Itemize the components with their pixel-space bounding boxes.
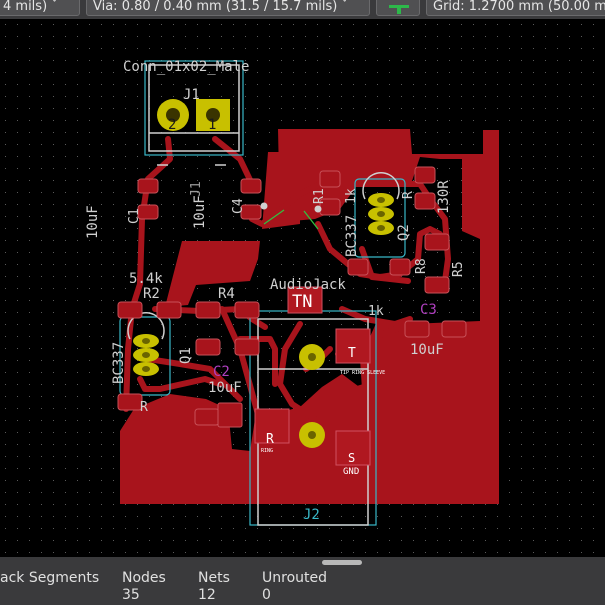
- tn-pad-label: TN: [292, 292, 312, 312]
- r1-value-label: 1k: [344, 188, 359, 204]
- pcb-board[interactable]: Conn_01x02_Male J1 2 1 C1 10uF C4 10uF J…: [0, 19, 605, 557]
- c4-ref-label: C4: [231, 198, 246, 214]
- r-left-label: R: [140, 400, 148, 415]
- c1-value-label: 10uF: [85, 205, 101, 239]
- track-width-select[interactable]: 4 mils) ˇ: [0, 0, 80, 16]
- audio-jack-label: AudioJack: [270, 277, 346, 293]
- via-size-select[interactable]: Via: 0.80 / 0.40 mm (31.5 / 15.7 mils) ˇ: [86, 0, 370, 16]
- j1-ref-label: J1: [183, 87, 200, 103]
- r130-value-label: 130R: [436, 180, 452, 214]
- j1-pin2-label: 2: [168, 117, 176, 133]
- r1b-value-label: 1k: [368, 304, 384, 319]
- layer-pair-button[interactable]: [376, 0, 420, 16]
- unrouted-stat: Unrouted 0: [262, 570, 327, 604]
- c1-ref-label: C1: [127, 208, 142, 224]
- grid-select[interactable]: Grid: 1.2700 mm (50.00 mi: [426, 0, 605, 16]
- r4-ref-label: R4: [218, 286, 235, 302]
- c4-value-label: 10uF: [192, 195, 208, 229]
- r2-value-label: 5.4k: [129, 271, 163, 287]
- c3-value-label: 10uF: [410, 342, 444, 358]
- r2-ref-label: R2: [143, 286, 160, 302]
- r-bottom-sub-label: RING: [261, 448, 273, 454]
- panel-resize-handle[interactable]: [322, 560, 362, 565]
- conn-value-label: Conn_01x02_Male: [123, 59, 249, 75]
- q2-value-label: BC337: [344, 215, 360, 257]
- nets-stat: Nets 12: [198, 570, 230, 604]
- unrouted-label: Unrouted: [262, 570, 327, 586]
- t-pad-sub-label: TIP RING SLEEVE: [340, 370, 385, 376]
- t-pad-label: T: [348, 346, 356, 361]
- nodes-label: Nodes: [122, 570, 166, 586]
- s-pad-label: S: [348, 451, 355, 465]
- r1-ref-label: R1: [312, 188, 327, 204]
- status-bar: ack Segments Nodes 35 Nets 12 Unrouted 0: [0, 557, 605, 605]
- r-bottom-label: R: [266, 432, 274, 447]
- c2-value-label: 10uF: [208, 380, 242, 396]
- r8-ref-label: R8: [414, 258, 429, 274]
- j1-small-label: J1: [189, 181, 204, 197]
- q2-ref-label: Q2: [396, 224, 412, 241]
- q1-value-label: BC337: [111, 342, 127, 384]
- j1-pin1-label: 1: [208, 117, 216, 133]
- track-segments-label: ack Segments: [0, 570, 100, 586]
- r-top-label: R: [401, 191, 416, 199]
- toolbar: 4 mils) ˇ Via: 0.80 / 0.40 mm (31.5 / 15…: [0, 0, 605, 19]
- unrouted-value: 0: [262, 587, 271, 603]
- j2-ref-label: J2: [303, 507, 320, 523]
- track-segments-stat: ack Segments: [0, 570, 99, 587]
- r8-value-label: R5: [451, 261, 466, 277]
- nodes-value: 35: [122, 587, 140, 603]
- nets-label: Nets: [198, 570, 230, 586]
- nodes-stat: Nodes 35: [122, 570, 166, 604]
- c2-ref-label: C2: [213, 364, 230, 380]
- q1-ref-label: Q1: [178, 347, 194, 364]
- nets-value: 12: [198, 587, 216, 603]
- pcb-canvas[interactable]: Conn_01x02_Male J1 2 1 C1 10uF C4 10uF J…: [0, 19, 605, 557]
- green-layer-icon: [389, 5, 409, 14]
- c3-ref-label: C3: [420, 302, 437, 318]
- gnd-pad-label: GND: [343, 467, 359, 477]
